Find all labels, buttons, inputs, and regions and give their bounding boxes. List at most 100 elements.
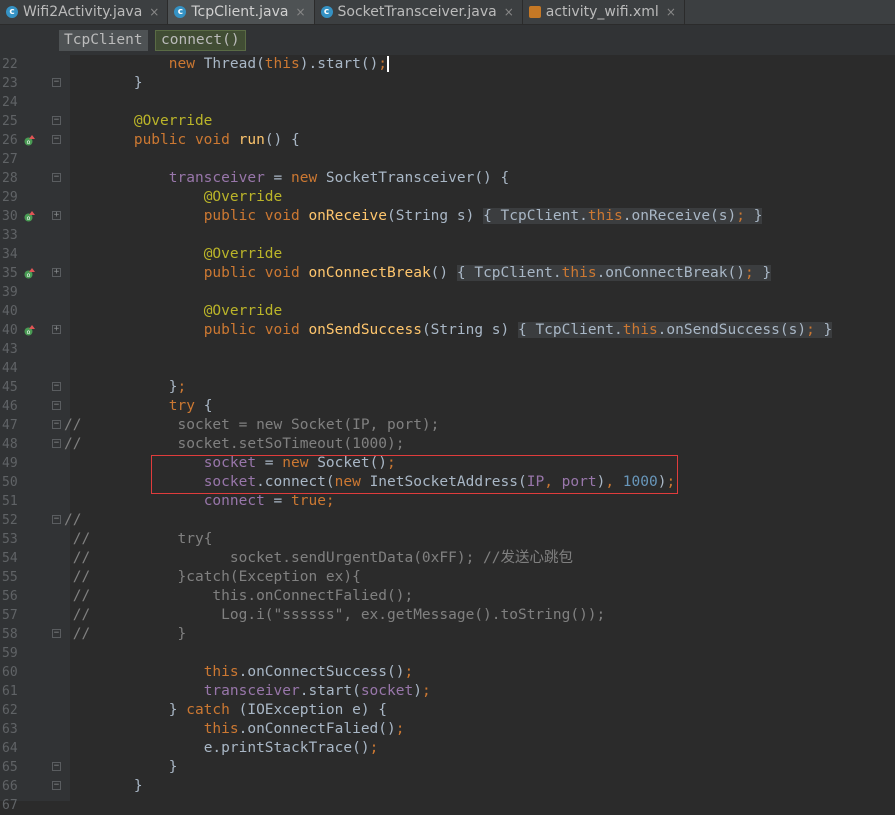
fold-collapse-icon[interactable]: − — [52, 781, 61, 790]
close-tab-icon[interactable]: × — [295, 5, 305, 19]
breadcrumb-method[interactable]: connect() — [155, 30, 246, 51]
code-line[interactable]: 53 // try{ — [0, 530, 895, 549]
tab-sockettransceiver-java[interactable]: c SocketTransceiver.java × — [315, 0, 523, 24]
code-line[interactable]: 29 @Override — [0, 188, 895, 207]
code-line[interactable]: 51 connect = true; — [0, 492, 895, 511]
line-number: 46 — [2, 399, 18, 414]
code-token: start() — [317, 56, 379, 72]
fold-expand-icon[interactable]: + — [52, 325, 61, 334]
code-line[interactable]: 65 − } — [0, 758, 895, 777]
code-token: // — [64, 588, 91, 604]
fold-collapse-icon[interactable]: − — [52, 173, 61, 182]
code-line[interactable]: 44 — [0, 359, 895, 378]
tab-label: activity_wifi.xml — [545, 4, 659, 20]
code-line[interactable]: 26 o − public void run() { — [0, 131, 895, 150]
code-line[interactable]: 28 − transceiver = new SocketTransceiver(… — [0, 169, 895, 188]
code-text: public void onConnectBreak() { TcpClient… — [64, 264, 772, 283]
line-number: 54 — [2, 551, 18, 566]
tab-activity-wifi-xml[interactable]: activity_wifi.xml × — [523, 0, 685, 24]
line-number: 44 — [2, 361, 18, 376]
line-number: 27 — [2, 152, 18, 167]
line-number: 39 — [2, 285, 18, 300]
fold-expand-icon[interactable]: + — [52, 211, 61, 220]
line-number: 57 — [2, 608, 18, 623]
tab-tcpclient-java[interactable]: c TcpClient.java × — [168, 0, 315, 24]
code-line[interactable]: 46 − try { — [0, 397, 895, 416]
code-line[interactable]: 22 new Thread(this).start();​ — [0, 55, 895, 74]
code-line[interactable]: 27 — [0, 150, 895, 169]
code-token: ; — [404, 664, 414, 680]
xml-file-icon — [528, 6, 541, 18]
code-line[interactable]: 40 o + public void onSendSuccess(String s)… — [0, 321, 895, 340]
code-line[interactable]: 57 // Log.i("ssssss", ex.getMessage().to… — [0, 606, 895, 625]
code-line[interactable]: 54 // socket.sendUrgentData(0xFF); //发送心… — [0, 549, 895, 568]
code-line[interactable]: 66 − } — [0, 777, 895, 796]
fold-collapse-icon[interactable]: − — [52, 439, 61, 448]
override-method-icon[interactable]: o — [24, 325, 35, 336]
fold-expand-icon[interactable]: + — [52, 268, 61, 277]
code-token: ). — [299, 56, 318, 72]
fold-collapse-icon[interactable]: − — [52, 515, 61, 524]
close-tab-icon[interactable]: × — [666, 5, 676, 19]
code-token: public void — [203, 208, 309, 224]
code-line[interactable]: 34 @Override — [0, 245, 895, 264]
code-line[interactable]: 64 e.printStackTrace(); — [0, 739, 895, 758]
code-token: public void — [203, 265, 309, 281]
fold-collapse-icon[interactable]: − — [52, 762, 61, 771]
code-line[interactable]: 52 −// — [0, 511, 895, 530]
tab-wifi2activity-java[interactable]: c Wifi2Activity.java × — [0, 0, 169, 24]
fold-collapse-icon[interactable]: − — [52, 382, 61, 391]
code-line[interactable]: 33 — [0, 226, 895, 245]
line-number: 29 — [2, 190, 18, 205]
code-line[interactable]: 40 @Override — [0, 302, 895, 321]
fold-collapse-icon[interactable]: − — [52, 116, 61, 125]
code-token: connect — [203, 493, 265, 509]
code-line[interactable]: 61 transceiver.start(socket); — [0, 682, 895, 701]
code-text: e.printStackTrace(); — [64, 739, 379, 758]
code-line[interactable]: 58 − // } — [0, 625, 895, 644]
code-line[interactable]: 48 −// socket.setSoTimeout(1000); — [0, 435, 895, 454]
code-line[interactable]: 59 — [0, 644, 895, 663]
code-line[interactable]: 30 o + public void onReceive(String s) { T… — [0, 207, 895, 226]
code-line[interactable]: 25 − @Override — [0, 112, 895, 131]
close-tab-icon[interactable]: × — [149, 5, 159, 19]
override-method-icon[interactable]: o — [24, 268, 35, 279]
code-line[interactable]: 23 − } — [0, 74, 895, 93]
fold-collapse-icon[interactable]: − — [52, 420, 61, 429]
code-token: this — [622, 322, 658, 338]
code-line[interactable]: 35 o + public void onConnectBreak() { TcpC… — [0, 264, 895, 283]
code-text: } — [64, 777, 143, 796]
breadcrumb-class[interactable]: TcpClient — [59, 30, 148, 51]
commented-code: // socket.setSoTimeout(1000); — [64, 435, 404, 454]
code-token: ; — [395, 721, 405, 737]
line-number: 55 — [2, 570, 18, 585]
code-token: public void — [133, 132, 239, 148]
code-line[interactable]: 45 − }; — [0, 378, 895, 397]
code-text: transceiver.start(socket); — [64, 682, 431, 701]
code-token: } — [744, 208, 763, 224]
code-token: this.onConnectFalied(); — [90, 588, 414, 604]
code-line[interactable]: 24 — [0, 93, 895, 112]
tab-label: TcpClient.java — [191, 4, 289, 20]
code-token: ; — [369, 740, 379, 756]
code-line[interactable]: 55 // }catch(Exception ex){ — [0, 568, 895, 587]
code-line[interactable]: 62 } catch (IOException e) { — [0, 701, 895, 720]
fold-collapse-icon[interactable]: − — [52, 629, 61, 638]
line-number: 35 — [2, 266, 18, 281]
fold-collapse-icon[interactable]: − — [52, 401, 61, 410]
close-tab-icon[interactable]: × — [504, 5, 514, 19]
code-line[interactable]: 39 — [0, 283, 895, 302]
code-line[interactable]: 63 this.onConnectFalied(); — [0, 720, 895, 739]
code-line[interactable]: 60 this.onConnectSuccess(); — [0, 663, 895, 682]
fold-collapse-icon[interactable]: − — [52, 135, 61, 144]
fold-collapse-icon[interactable]: − — [52, 78, 61, 87]
override-method-icon[interactable]: o — [24, 135, 35, 146]
line-number: 60 — [2, 665, 18, 680]
code-token: () — [430, 265, 457, 281]
code-line[interactable]: 47 −// socket = new Socket(IP, port); — [0, 416, 895, 435]
code-line[interactable]: 43 — [0, 340, 895, 359]
code-line[interactable]: 56 // this.onConnectFalied(); — [0, 587, 895, 606]
override-method-icon[interactable]: o — [24, 211, 35, 222]
code-line[interactable]: 67 — [0, 796, 895, 815]
